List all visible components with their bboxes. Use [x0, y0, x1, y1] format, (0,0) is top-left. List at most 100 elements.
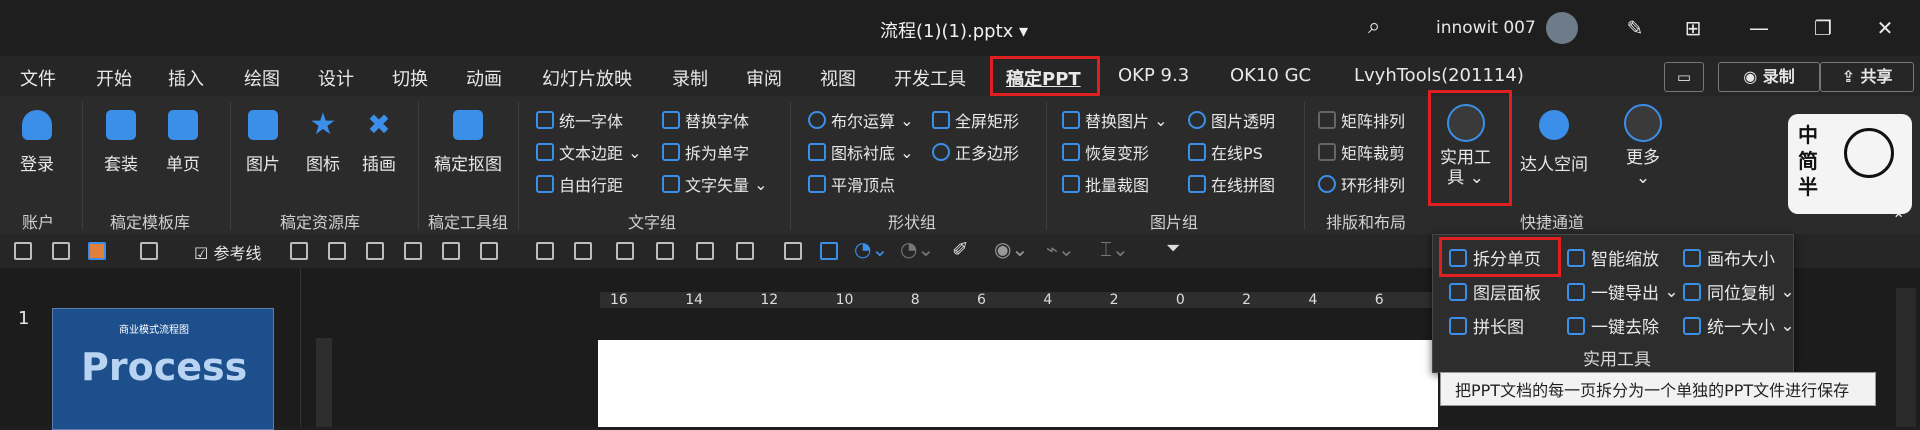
- text-vector-button[interactable]: 文字矢量 ⌄: [662, 172, 768, 196]
- collapse-ribbon-icon[interactable]: ⌃: [1892, 210, 1905, 229]
- format-painter-icon[interactable]: ✐: [952, 237, 969, 261]
- cutout-button[interactable]: 稿定抠图: [434, 110, 502, 175]
- regular-polygon-button[interactable]: 正多边形: [932, 140, 1019, 164]
- align-top-icon[interactable]: [442, 242, 460, 260]
- guides-checkbox[interactable]: ☑ 参考线: [194, 240, 261, 264]
- restore-button[interactable]: ❐: [1800, 8, 1846, 48]
- fill-color-icon[interactable]: [88, 242, 106, 260]
- tab-insert[interactable]: 插入: [168, 65, 204, 91]
- copy-in-place-item[interactable]: 同位复制 ⌄: [1683, 279, 1795, 304]
- tab-file[interactable]: 文件: [20, 65, 56, 91]
- long-image-item[interactable]: 拼长图: [1449, 313, 1524, 338]
- account-name[interactable]: innowit 007: [1436, 18, 1536, 38]
- tab-okp[interactable]: OKP 9.3: [1118, 65, 1189, 86]
- center-h-icon[interactable]: [616, 242, 634, 260]
- align-right-icon[interactable]: [480, 242, 498, 260]
- record-button[interactable]: ◉ 录制: [1718, 62, 1820, 92]
- tab-transitions[interactable]: 切换: [392, 65, 428, 91]
- comment-icon[interactable]: ▭: [1664, 62, 1704, 92]
- online-ps-button[interactable]: 在线PS: [1188, 140, 1263, 164]
- shape-fill-icon[interactable]: ◔⌄: [854, 237, 888, 261]
- pane-divider[interactable]: [300, 268, 301, 427]
- center-v-icon[interactable]: [656, 242, 674, 260]
- matrix-arrange-button[interactable]: 矩阵排列: [1318, 108, 1405, 132]
- smooth-vertex-button[interactable]: 平滑顶点: [808, 172, 895, 196]
- outline-icon[interactable]: [140, 242, 158, 260]
- batch-crop-button[interactable]: 批量裁图: [1062, 172, 1149, 196]
- tab-slideshow[interactable]: 幻灯片放映: [542, 65, 632, 91]
- layout-icon[interactable]: [14, 242, 32, 260]
- pic-transparent-button[interactable]: 图片透明: [1188, 108, 1275, 132]
- scrollbar[interactable]: [1896, 288, 1916, 427]
- ring-arrange-button[interactable]: 环形排列: [1318, 172, 1405, 196]
- crop-image-icon[interactable]: [784, 242, 802, 260]
- tab-developer[interactable]: 开发工具: [894, 65, 966, 91]
- distribute-h-icon[interactable]: [696, 242, 714, 260]
- unify-font-button[interactable]: 统一字体: [536, 108, 623, 132]
- replace-picture-button[interactable]: 替换图片 ⌄: [1062, 108, 1168, 132]
- canvas-icon: [1683, 248, 1701, 267]
- split-chars-button[interactable]: 拆为单字: [662, 140, 749, 164]
- effects-icon[interactable]: ◉⌄: [994, 237, 1028, 261]
- login-button[interactable]: 登录: [20, 110, 54, 175]
- search-icon[interactable]: ⌕: [1368, 14, 1380, 39]
- pen-icon[interactable]: ✎: [1612, 8, 1658, 48]
- tab-review[interactable]: 审阅: [746, 65, 782, 91]
- layer-panel-item[interactable]: 图层面板: [1449, 279, 1541, 304]
- tab-gaoding-ppt[interactable]: 稿定PPT: [1006, 65, 1081, 91]
- text-box-icon[interactable]: [820, 242, 838, 260]
- tab-view[interactable]: 视图: [820, 65, 856, 91]
- online-collage-button[interactable]: 在线拼图: [1188, 172, 1275, 196]
- matrix-crop-button[interactable]: 矩阵裁剪: [1318, 140, 1405, 164]
- unify-size-item[interactable]: 统一大小 ⌄: [1683, 313, 1795, 338]
- eraser-icon[interactable]: ⌁⌄: [1046, 237, 1075, 261]
- share-button[interactable]: ⇪ 共享: [1820, 62, 1914, 92]
- boolean-button[interactable]: 布尔运算 ⌄: [808, 108, 914, 132]
- close-button[interactable]: ✕: [1862, 8, 1908, 48]
- suite-button[interactable]: 套装: [104, 110, 138, 175]
- free-spacing-button[interactable]: 自由行距: [536, 172, 623, 196]
- tab-home[interactable]: 开始: [96, 65, 132, 91]
- icon-bg-button[interactable]: 图标衬底 ⌄: [808, 140, 914, 164]
- align-bottom-icon[interactable]: [536, 242, 554, 260]
- illustration-button[interactable]: ✖ 插画: [362, 110, 396, 176]
- more-button[interactable]: 更多 ⌄: [1624, 104, 1662, 188]
- split-page-item[interactable]: 拆分单页: [1449, 245, 1541, 270]
- distribute-icon[interactable]: [328, 242, 346, 260]
- image-button[interactable]: 图片: [246, 110, 280, 175]
- minimize-button[interactable]: —: [1736, 8, 1782, 48]
- text-margin-button[interactable]: 文本边距 ⌄: [536, 140, 642, 164]
- tab-record[interactable]: 录制: [672, 65, 708, 91]
- align-icon[interactable]: [290, 242, 308, 260]
- tab-draw[interactable]: 绘图: [244, 65, 280, 91]
- tab-design[interactable]: 设计: [318, 65, 354, 91]
- replace-font-button[interactable]: 替换字体: [662, 108, 749, 132]
- restore-button[interactable]: 恢复变形: [1062, 140, 1149, 164]
- bring-front-icon[interactable]: [366, 242, 384, 260]
- send-back-icon[interactable]: [404, 242, 422, 260]
- one-click-remove-item[interactable]: 一键去除: [1567, 313, 1659, 338]
- ruler-icon[interactable]: ⌶⌄: [1100, 237, 1129, 261]
- one-click-export-item[interactable]: 一键导出 ⌄: [1567, 279, 1679, 304]
- avatar[interactable]: [1546, 12, 1578, 44]
- slide-canvas[interactable]: [598, 340, 1438, 427]
- expert-space-button[interactable]: 达人空间: [1520, 110, 1588, 175]
- shape-outline-icon[interactable]: ◔⌄: [900, 237, 934, 261]
- tab-ok10[interactable]: OK10 GC: [1230, 65, 1311, 86]
- no-fill-icon[interactable]: [52, 242, 70, 260]
- fullscreen-rect-button[interactable]: 全屏矩形: [932, 108, 1019, 132]
- group-resource-label: 稿定资源库: [280, 213, 361, 232]
- practical-tools-button[interactable]: 实用工具 ⌄: [1440, 104, 1491, 188]
- align-left-icon[interactable]: [574, 242, 592, 260]
- customize-toolbar-icon[interactable]: ⏷: [1166, 238, 1180, 259]
- tab-lvyhtools[interactable]: LvyhTools(201114): [1354, 65, 1524, 86]
- smart-zoom-item[interactable]: 智能缩放: [1567, 245, 1659, 270]
- canvas-size-item[interactable]: 画布大小: [1683, 245, 1775, 270]
- single-page-button[interactable]: 单页: [166, 110, 200, 175]
- ribbon-display-icon[interactable]: ⊞: [1670, 8, 1716, 48]
- distribute-v-icon[interactable]: [736, 242, 754, 260]
- slide-thumbnail[interactable]: 商业模式流程图 Process: [52, 308, 274, 430]
- icon-button[interactable]: ★ 图标: [306, 110, 340, 176]
- tab-animations[interactable]: 动画: [466, 65, 502, 91]
- window-title[interactable]: 流程(1)(1).pptx ▾: [880, 17, 1028, 43]
